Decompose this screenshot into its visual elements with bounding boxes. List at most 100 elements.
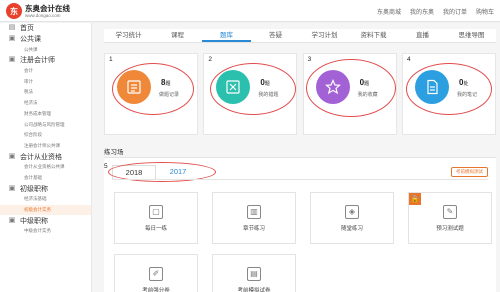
stat-count: 0题 (260, 78, 269, 87)
category-icon: ▣ (8, 152, 16, 160)
sidebar-item[interactable]: ▣ 中级职称 (0, 215, 91, 226)
category-icon: ▣ (8, 216, 16, 224)
stat-card[interactable]: 3 0题 我的收藏 (302, 53, 397, 135)
practice-tile-label: 章节练习 (242, 225, 265, 232)
sidebar-item[interactable]: 会计从业资格公共课 (0, 162, 91, 173)
practice-tile[interactable]: 🔒 ✎ 预习测试题 (408, 192, 492, 244)
sidebar-item[interactable]: 财务成本管理 (0, 109, 91, 120)
sidebar-item-label: 公共课 (24, 46, 38, 52)
year-tab-2018[interactable]: 2018 (112, 165, 156, 179)
sidebar-item[interactable]: 会计 (0, 66, 91, 77)
practice-tile-label: 考前强分卷 (142, 287, 170, 292)
tab-item[interactable]: 学习计划 (300, 29, 349, 42)
lock-badge-icon: 🔒 (409, 193, 421, 205)
stat-card[interactable]: 1 8题 做题记录 (104, 53, 198, 135)
sidebar-item[interactable]: ▣ 会计从业资格 (0, 151, 91, 162)
list-icon (117, 70, 151, 104)
annotation-number: 1 (109, 56, 113, 63)
practice-tile-label: 每日一练 (144, 225, 167, 232)
sidebar-item-label: 会计 (24, 68, 33, 74)
tab-item[interactable]: 资料下载 (349, 29, 398, 42)
top-nav-shop[interactable]: 东奥商城 (377, 7, 401, 16)
sidebar-item-label: 注册会计师 (20, 57, 55, 65)
tab-item[interactable]: 学习统计 (104, 29, 153, 42)
sidebar-item[interactable]: 综合阶段 (0, 130, 91, 141)
sidebar-item-label: 中级职称 (20, 217, 48, 225)
tab-item[interactable]: 答疑 (251, 29, 300, 42)
sidebar-item-label: 初级会计实务 (24, 207, 51, 213)
stat-count: 0处 (459, 78, 468, 87)
logo-name: 东奥会计在线 (25, 3, 70, 13)
practice-title: 练习场 (104, 149, 124, 156)
tab-item[interactable]: 直播 (398, 29, 447, 42)
sidebar-item-label: 首页 (20, 25, 34, 33)
logo-url: www.dongao.com (25, 12, 61, 18)
sidebar-item-label: 会计从业资格 (20, 153, 62, 161)
stat-card[interactable]: 4 0处我的笔记 (401, 53, 496, 135)
sidebar-item-label: 经济法基础 (24, 196, 47, 202)
stat-count-unit: 题 (264, 81, 270, 87)
sidebar-item[interactable]: ▣ 公共课 (0, 34, 91, 45)
practice-tile[interactable]: ✐ 考前强分卷 (114, 254, 198, 292)
logo-mark-icon: 东 (6, 3, 22, 19)
edit-icon: ✎ (443, 204, 457, 219)
logo[interactable]: 东 东奥会计在线 www.dongao.com (6, 3, 70, 19)
sidebar-item-label: 会计从业资格公共课 (24, 164, 65, 170)
sidebar-item[interactable]: 经济法基础 (0, 194, 91, 205)
stat-count: 0题 (360, 78, 369, 87)
top-nav-orders[interactable]: 我的订单 (443, 7, 467, 16)
top-nav-my-dongao[interactable]: 我的东奥 (410, 7, 434, 16)
sidebar-item[interactable]: 经济法 (0, 98, 91, 109)
stat-label: 我的笔记 (456, 92, 477, 98)
annotation-number: 2 (208, 56, 212, 63)
annotation-number: 4 (406, 56, 411, 63)
category-icon: ▤ (8, 24, 16, 32)
stat-label: 做题记录 (159, 92, 180, 98)
sidebar-item[interactable]: 初级会计实务 (0, 204, 91, 216)
sidebar: ▤ 首页 ▣ 公共课 公共课 ▣ 注册会计师 会计 审计 税法 经济法 财务成本管理 公司战略与风险管理… (0, 23, 92, 292)
stat-count-unit: 题 (364, 81, 370, 87)
practice-tile[interactable]: ▥ 章节练习 (212, 192, 296, 244)
stat-card[interactable]: 2 0题我的错题 (203, 53, 298, 135)
sidebar-item-label: 公司战略与风险管理 (24, 121, 65, 127)
category-icon: ▣ (8, 184, 16, 192)
sidebar-item-label: 税法 (24, 89, 33, 95)
sidebar-item[interactable]: ▤ 首页 (0, 23, 91, 34)
sidebar-item-label: 注册会计师公共课 (24, 142, 60, 148)
sidebar-item-label: 中级会计实务 (24, 228, 51, 234)
sidebar-item[interactable]: 中级会计实务 (0, 226, 91, 237)
sidebar-item-label: 审计 (24, 78, 33, 84)
annotation-number-5: 5 (104, 163, 108, 170)
sidebar-item-label: 财务成本管理 (24, 110, 51, 116)
sidebar-item[interactable]: ▣ 注册会计师 (0, 55, 91, 66)
sidebar-item[interactable]: 公共课 (0, 44, 91, 55)
sidebar-item[interactable]: ▣ 初级职称 (0, 183, 91, 194)
annotation-number: 3 (307, 56, 312, 63)
tab-item[interactable]: 课程 (153, 29, 202, 42)
practice-tile-label: 预习测试题 (436, 225, 464, 232)
wrong-icon (216, 70, 251, 104)
year-tab-2017[interactable]: 2017 (156, 165, 200, 179)
tab-bar: 学习统计 课程 题库 答疑 学习计划 资料下载 直播 思维导图 (104, 29, 496, 43)
practice-tile[interactable]: ◈ 随堂练习 (310, 192, 394, 244)
practice-tile-label: 考前模拟试卷 (237, 287, 271, 292)
top-nav: 东奥商城 我的东奥 我的订单 购物车 (368, 7, 494, 16)
sidebar-item-label: 会计基础 (24, 174, 42, 180)
tab-item[interactable]: 思维导图 (447, 29, 496, 42)
tab-item[interactable]: 题库 (202, 29, 251, 42)
sidebar-item[interactable]: 会计基础 (0, 173, 91, 184)
stat-count-unit: 题 (165, 81, 171, 87)
top-nav-cart[interactable]: 购物车 (476, 7, 494, 16)
practice-tile[interactable]: ▤ 考前模拟试卷 (212, 254, 296, 292)
sidebar-item[interactable]: 公司战略与风险管理 (0, 119, 91, 130)
sidebar-item[interactable]: 注册会计师公共课 (0, 141, 91, 152)
practice-tile[interactable]: ▢ 每日一练 (114, 192, 198, 244)
mock-test-button[interactable]: 考前模拟测试 (451, 167, 488, 177)
sidebar-item[interactable]: 审计 (0, 76, 91, 87)
paper-icon: ▤ (247, 266, 261, 281)
main-content: 学习统计 课程 题库 答疑 学习计划 资料下载 直播 思维导图 1 8题 做题记录 2 0题 我的错题 3… (92, 23, 500, 292)
stat-label: 我的错题 (258, 92, 279, 98)
sidebar-item-label: 公共课 (20, 36, 41, 44)
category-icon: ▣ (8, 56, 16, 64)
sidebar-item[interactable]: 税法 (0, 87, 91, 98)
